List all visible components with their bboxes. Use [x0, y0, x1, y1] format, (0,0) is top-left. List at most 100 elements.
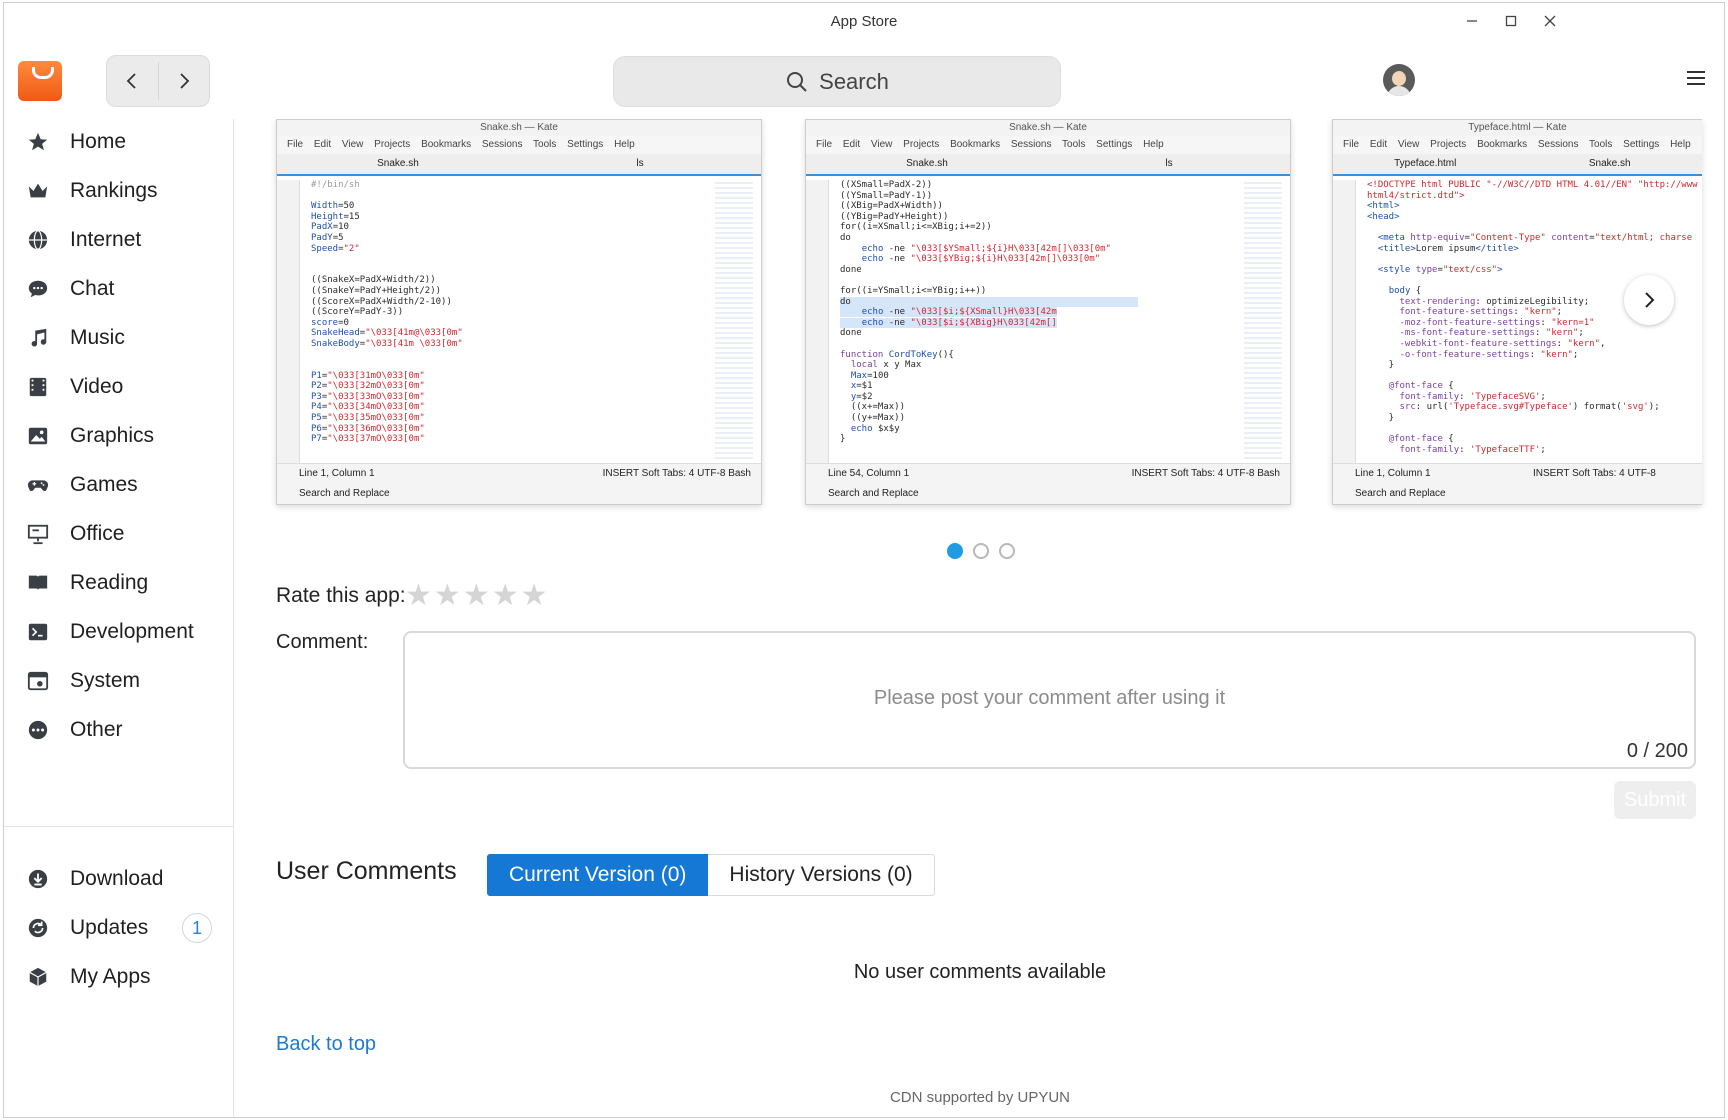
sidebar-item-label: Chat [70, 277, 115, 300]
version-tabs: Current Version (0) History Versions (0) [487, 854, 935, 896]
sidebar-item-system[interactable]: System [4, 658, 233, 704]
music-note-icon [26, 326, 50, 350]
user-avatar[interactable] [1383, 64, 1415, 96]
minimize-icon [1467, 20, 1477, 22]
sidebar-item-reading[interactable]: Reading [4, 560, 233, 606]
comment-textarea[interactable]: Please post your comment after using it … [403, 631, 1696, 769]
screenshot-tabs: Snake.sh ls [277, 154, 761, 176]
star-icon [26, 130, 50, 154]
sidebar-item-label: Games [70, 473, 138, 496]
sidebar-item-music[interactable]: Music [4, 315, 233, 361]
screenshot-tab: Snake.sh [377, 158, 419, 169]
updates-count-badge: 1 [182, 913, 212, 943]
main-menu-icon[interactable] [1687, 71, 1705, 87]
sidebar-item-label: Updates [70, 916, 149, 939]
screenshot-title: Typeface.html — Kate [1333, 120, 1702, 136]
sidebar-item-label: Video [70, 375, 124, 398]
cdn-credit: CDN supported by UPYUN [889, 1089, 1071, 1106]
carousel-next-button[interactable] [1624, 275, 1674, 325]
sidebar-divider [4, 826, 233, 827]
sidebar-item-office[interactable]: Office [4, 511, 233, 557]
sidebar-item-label: Other [70, 718, 123, 741]
carousel-dot-1[interactable] [947, 543, 963, 559]
download-icon [26, 867, 50, 891]
screenshot-thumbnail[interactable]: Snake.sh — Kate File Edit View Projects … [805, 119, 1291, 505]
search-icon [787, 71, 807, 92]
sidebar-item-download[interactable]: Download [4, 856, 233, 902]
carousel-dot-3[interactable] [999, 543, 1015, 559]
sidebar-item-graphics[interactable]: Graphics [4, 413, 233, 459]
chevron-right-icon [180, 73, 190, 89]
star-2-icon[interactable]: ★ [434, 579, 461, 613]
submit-button[interactable]: Submit [1614, 781, 1696, 819]
star-1-icon[interactable]: ★ [405, 579, 432, 613]
search-bar[interactable]: Search [613, 56, 1061, 107]
sidebar-item-other[interactable]: Other [4, 707, 233, 753]
screenshot-menubar: File Edit View Projects Bookmarks Sessio… [277, 136, 761, 154]
maximize-button[interactable] [1497, 9, 1525, 33]
sidebar-item-label: Graphics [70, 424, 155, 447]
nav-button-group [106, 55, 210, 107]
more-dots-icon [26, 718, 50, 742]
screenshot-tabs: Typeface.html Snake.sh [1333, 154, 1702, 176]
screenshot-tab: Snake.sh [1588, 158, 1631, 169]
screenshot-title: Snake.sh — Kate [277, 120, 761, 136]
sidebar-item-games[interactable]: Games [4, 462, 233, 508]
user-comments-title: User Comments [276, 857, 457, 885]
screenshot-status-text: Line 1, Column 1 [299, 468, 375, 479]
search-placeholder: Search [819, 68, 889, 94]
sidebar-item-label: Download [70, 867, 164, 890]
tab-current-version[interactable]: Current Version (0) [487, 854, 709, 896]
film-icon [26, 375, 50, 399]
sidebar-item-label: Internet [70, 228, 142, 251]
sidebar-item-label: My Apps [70, 965, 151, 988]
sidebar-item-chat[interactable]: Chat [4, 266, 233, 312]
rating-stars: ★ ★ ★ ★ ★ [405, 579, 548, 613]
screenshot-findbar: Search and Replace [1333, 484, 1702, 504]
sidebar-item-video[interactable]: Video [4, 364, 233, 410]
star-4-icon[interactable]: ★ [492, 579, 519, 613]
sidebar-item-label: Office [70, 522, 125, 545]
screenshot-tab: Snake.sh [906, 158, 948, 169]
forward-button[interactable] [159, 56, 210, 106]
sidebar-item-home[interactable]: Home [4, 119, 233, 165]
screenshot-status-right: INSERT Soft Tabs: 4 UTF-8 [1533, 468, 1656, 479]
sidebar-item-label: Development [70, 620, 194, 643]
presentation-icon [26, 522, 50, 546]
minimize-button[interactable] [1458, 9, 1486, 33]
sidebar-item-development[interactable]: Development [4, 609, 233, 655]
comment-placeholder: Please post your comment after using it [873, 687, 1226, 709]
system-window-icon [26, 669, 50, 693]
sidebar-item-my-apps[interactable]: My Apps [4, 954, 233, 1000]
screenshot-status-text: Line 1, Column 1 [1355, 468, 1431, 479]
comment-char-counter: 0 / 200 [1626, 740, 1688, 762]
screenshot-thumbnail[interactable]: Snake.sh — Kate File Edit View Projects … [276, 119, 762, 505]
screenshot-code: #!/bin/sh Width=50 Height=15 PadX=10 Pad… [311, 180, 463, 445]
sidebar-item-internet[interactable]: Internet [4, 217, 233, 263]
star-3-icon[interactable]: ★ [463, 579, 490, 613]
app-store-logo-icon [18, 61, 62, 101]
close-button[interactable] [1536, 9, 1564, 33]
sidebar: Home Rankings Internet Chat Music Video … [4, 119, 234, 1117]
sidebar-item-rankings[interactable]: Rankings [4, 168, 233, 214]
star-5-icon[interactable]: ★ [521, 579, 548, 613]
back-to-top-link[interactable]: Back to top [276, 1033, 376, 1056]
screenshot-statusbar: Line 1, Column 1 INSERT Soft Tabs: 4 UTF-… [1333, 463, 1702, 484]
gamepad-icon [26, 473, 50, 497]
sidebar-item-label: Rankings [70, 179, 158, 202]
screenshot-minimap [1244, 182, 1282, 460]
sidebar-item-updates[interactable]: Updates 1 [4, 905, 233, 951]
app-detail-content: Snake.sh — Kate File Edit View Projects … [234, 119, 1726, 1117]
screenshot-tab: Typeface.html [1394, 158, 1457, 169]
screenshot-findbar: Search and Replace [277, 484, 761, 504]
globe-icon [26, 228, 50, 252]
rate-label: Rate this app: [276, 584, 406, 607]
screenshot-tab: ls [1165, 158, 1173, 169]
back-button[interactable] [107, 56, 158, 106]
image-icon [26, 424, 50, 448]
close-icon [1544, 15, 1556, 27]
chat-bubble-icon [26, 277, 50, 301]
book-icon [26, 571, 50, 595]
carousel-dot-2[interactable] [973, 543, 989, 559]
tab-history-versions[interactable]: History Versions (0) [708, 854, 935, 896]
